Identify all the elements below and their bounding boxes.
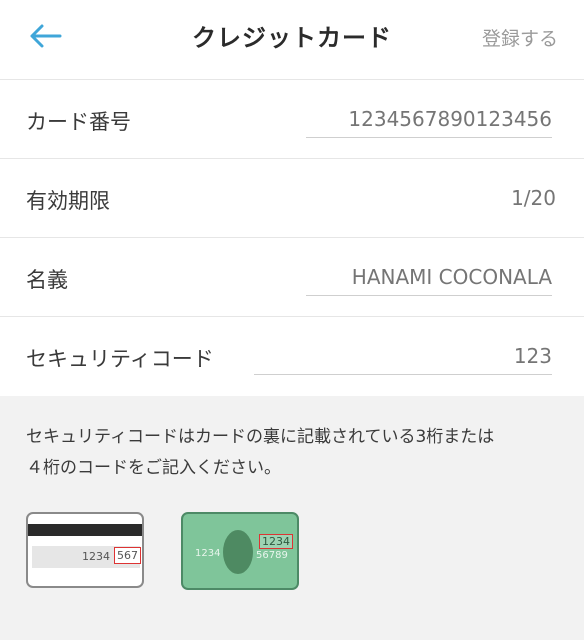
card-back-illustration: 1234 567 — [26, 512, 144, 588]
expiry-label: 有効期限 — [26, 189, 110, 213]
card-emblem — [223, 530, 253, 574]
security-code-row: セキュリティコード — [0, 317, 584, 396]
card-back-security-code: 567 — [114, 547, 141, 564]
card-front-number-left: 1234 — [195, 548, 221, 559]
card-form: カード番号 有効期限 名義 セキュリティコード — [0, 80, 584, 396]
register-button[interactable]: 登録する — [482, 24, 558, 51]
app-header: クレジットカード 登録する — [0, 0, 584, 80]
security-code-note: セキュリティコードはカードの裏に記載されている3桁または ４桁のコードをご記入く… — [26, 422, 566, 484]
magnetic-stripe — [28, 524, 142, 536]
card-front-illustration: 1234 1234 56789 — [181, 512, 299, 590]
card-number-label: カード番号 — [26, 110, 131, 134]
note-line-1: セキュリティコードはカードの裏に記載されている3桁または — [26, 427, 495, 447]
security-code-info: セキュリティコードはカードの裏に記載されている3桁または ４桁のコードをご記入く… — [0, 396, 584, 640]
note-line-2: ４桁のコードをご記入ください。 — [26, 458, 281, 478]
card-front-number-right: 56789 — [256, 550, 288, 561]
card-number-row: カード番号 — [0, 80, 584, 159]
security-code-input[interactable] — [254, 337, 552, 375]
name-label: 名義 — [26, 268, 68, 292]
name-row: 名義 — [0, 238, 584, 317]
card-number-input[interactable] — [306, 100, 552, 138]
expiry-field[interactable] — [436, 179, 556, 217]
card-back-number: 1234 — [82, 550, 110, 563]
name-input[interactable] — [306, 258, 552, 296]
card-front-security-code: 1234 — [259, 534, 293, 549]
security-code-label: セキュリティコード — [26, 347, 214, 371]
expiry-row: 有効期限 — [0, 159, 584, 238]
